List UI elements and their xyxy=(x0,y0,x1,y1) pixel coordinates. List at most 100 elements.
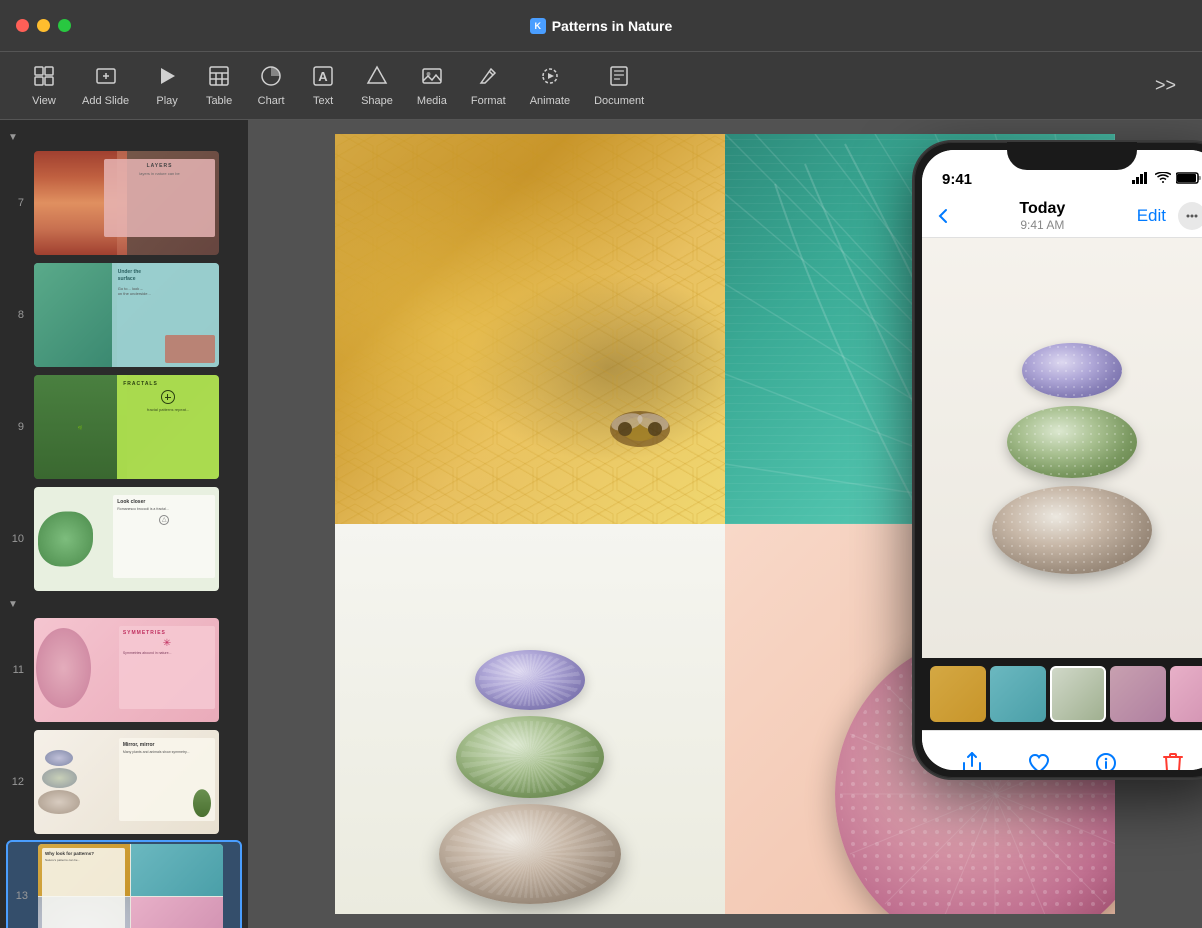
toolbar-add-slide[interactable]: Add Slide xyxy=(72,59,139,113)
phone-urchin-middle xyxy=(1007,406,1137,478)
shape-icon xyxy=(366,65,388,91)
document-icon xyxy=(608,65,630,91)
phone-status-icons xyxy=(1132,171,1202,188)
slide-thumbnail-9: 🌿 FRACTALS fractal patterns repeat... xyxy=(34,375,219,479)
toolbar-more[interactable]: >> xyxy=(1149,69,1182,102)
slide-item-9[interactable]: 9 🌿 FRACTALS fractal patterns repeat... xyxy=(0,371,248,483)
app-icon: K xyxy=(530,18,546,34)
toolbar-media[interactable]: Media xyxy=(407,59,457,113)
view-label: View xyxy=(32,95,56,107)
toolbar-chart[interactable]: Chart xyxy=(247,59,295,113)
chevron-icon-7: ▼ xyxy=(8,132,18,143)
slide-number-13: 13 xyxy=(12,890,30,902)
window-controls xyxy=(16,19,71,32)
phone-thumb-4[interactable] xyxy=(1110,666,1166,722)
slide-number-7: 7 xyxy=(8,197,26,209)
slide-number-11: 11 xyxy=(8,664,26,676)
svg-text:A: A xyxy=(318,69,328,84)
slide-thumbnail-10: Look closer Romanesco broccoli is a frac… xyxy=(34,487,219,591)
phone-notch xyxy=(1007,142,1137,170)
phone-back-button[interactable] xyxy=(938,208,948,224)
slide-item-13[interactable]: 13 Why look for patterns? Nature's patte… xyxy=(6,840,242,928)
slide-item-8[interactable]: 8 Under thesurface Go to... look –on the… xyxy=(0,259,248,371)
phone-thumbnail-strip[interactable] xyxy=(922,658,1202,730)
media-label: Media xyxy=(417,95,447,107)
slide-thumbnail-7: LAYERS layers in nature can be xyxy=(34,151,219,255)
toolbar-play[interactable]: Play xyxy=(143,59,191,113)
slide-number-8: 8 xyxy=(8,309,26,321)
maximize-button[interactable] xyxy=(58,19,71,32)
toolbar-text[interactable]: A Text xyxy=(299,59,347,113)
play-icon xyxy=(156,65,178,91)
toolbar-table[interactable]: Table xyxy=(195,59,243,113)
document-label: Document xyxy=(594,95,644,107)
close-button[interactable] xyxy=(16,19,29,32)
phone-favorite-button[interactable] xyxy=(1027,751,1051,771)
slide-group-header-11: ▼ xyxy=(0,595,248,614)
slide-thumbnail-13: Why look for patterns? Nature's patterns… xyxy=(38,844,223,928)
battery-icon xyxy=(1176,171,1202,188)
animate-label: Animate xyxy=(530,95,570,107)
phone-screen: 9:41 xyxy=(922,150,1202,770)
wifi-icon xyxy=(1155,172,1171,187)
slide-thumbnail-8: Under thesurface Go to... look –on the u… xyxy=(34,263,219,367)
shape-label: Shape xyxy=(361,95,393,107)
toolbar-document[interactable]: Document xyxy=(584,59,654,113)
phone-nav-title: Today 9:41 AM xyxy=(1019,200,1065,232)
slide-item-11[interactable]: 11 SYMMETRIES ✳ Symmetries abound in nat… xyxy=(0,614,248,726)
slide-thumbnail-11: SYMMETRIES ✳ Symmetries abound in nature… xyxy=(34,618,219,722)
canvas-quadrant-bottom-left xyxy=(335,524,725,914)
slide-number-12: 12 xyxy=(8,776,26,788)
phone-edit-button[interactable]: Edit xyxy=(1137,206,1166,226)
table-icon xyxy=(208,65,230,91)
toolbar-shape[interactable]: Shape xyxy=(351,59,403,113)
phone-info-button[interactable] xyxy=(1094,751,1118,771)
toolbar-format[interactable]: Format xyxy=(461,59,516,113)
format-label: Format xyxy=(471,95,506,107)
canvas-quadrant-top-left xyxy=(335,134,725,524)
media-icon xyxy=(421,65,443,91)
slide-thumbnail-12: Mirror, mirror Many plants and animals s… xyxy=(34,730,219,834)
minimize-button[interactable] xyxy=(37,19,50,32)
phone-time: 9:41 xyxy=(942,171,972,188)
slide-number-10: 10 xyxy=(8,533,26,545)
phone-urchin-top xyxy=(1022,343,1122,398)
chevron-icon-11: ▼ xyxy=(8,599,18,610)
toolbar-view[interactable]: View xyxy=(20,59,68,113)
slide-group-header-7: ▼ xyxy=(0,128,248,147)
phone-nav-actions: Edit xyxy=(1137,202,1202,230)
phone-urchin-bottom xyxy=(992,486,1152,574)
toolbar-animate[interactable]: Animate xyxy=(520,59,580,113)
slide-item-12[interactable]: 12 Mirror, mirror Many plants and animal… xyxy=(0,726,248,838)
table-label: Table xyxy=(206,95,232,107)
phone-image-area xyxy=(922,238,1202,658)
text-label: Text xyxy=(313,95,333,107)
add-slide-icon xyxy=(95,65,117,91)
phone-thumb-3[interactable] xyxy=(1050,666,1106,722)
slide-number-9: 9 xyxy=(8,421,26,433)
phone-device: 9:41 xyxy=(912,140,1202,780)
add-slide-label: Add Slide xyxy=(82,95,129,107)
window-title: K Patterns in Nature xyxy=(530,18,673,34)
phone-nav-bar: Today 9:41 AM Edit xyxy=(922,194,1202,238)
canvas-area: 9:41 xyxy=(248,120,1202,928)
phone-thumb-5[interactable] xyxy=(1170,666,1202,722)
animate-icon xyxy=(539,65,561,91)
phone-thumb-1[interactable] xyxy=(930,666,986,722)
view-icon xyxy=(33,65,55,91)
title-bar: K Patterns in Nature xyxy=(0,0,1202,52)
phone-more-button[interactable] xyxy=(1178,202,1202,230)
toolbar: View Add Slide Play xyxy=(0,52,1202,120)
chart-label: Chart xyxy=(258,95,285,107)
text-icon: A xyxy=(312,65,334,91)
phone-thumb-2[interactable] xyxy=(990,666,1046,722)
slide-panel: ▼ 7 LAYERS layers in nature can be 8 xyxy=(0,120,248,928)
format-icon xyxy=(477,65,499,91)
slide-item-7[interactable]: 7 LAYERS layers in nature can be xyxy=(0,147,248,259)
phone-toolbar xyxy=(922,730,1202,770)
slide-item-10[interactable]: 10 Look closer Romanesco broccoli is a f… xyxy=(0,483,248,595)
phone-share-button[interactable] xyxy=(960,751,984,771)
phone-delete-button[interactable] xyxy=(1161,751,1185,771)
chart-icon xyxy=(260,65,282,91)
signal-icon xyxy=(1132,172,1150,187)
